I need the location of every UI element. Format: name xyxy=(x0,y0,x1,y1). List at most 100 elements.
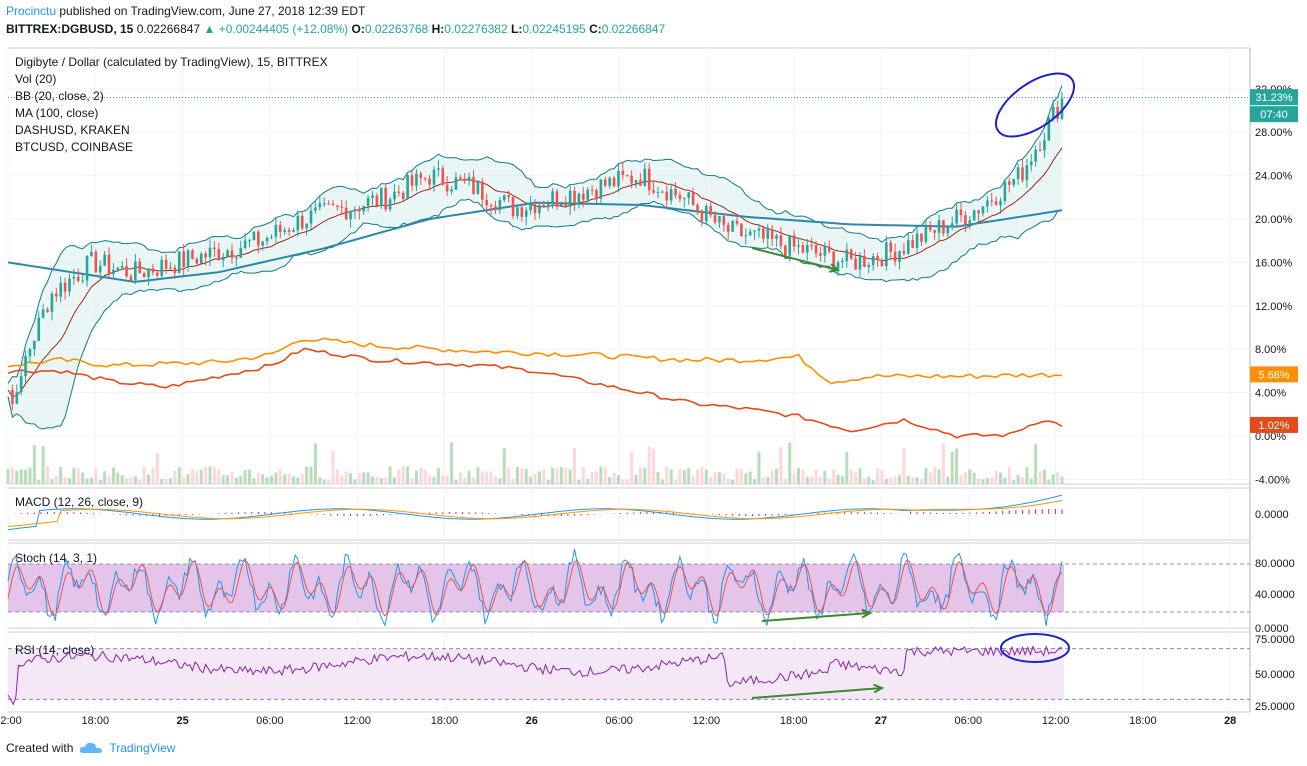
volume-bar xyxy=(59,467,63,484)
created-with-label: Created with xyxy=(6,741,74,755)
volume-bar xyxy=(72,468,76,484)
volume-bar xyxy=(915,477,919,484)
volume-bar xyxy=(322,479,326,484)
candle-body xyxy=(261,241,265,246)
candle-body xyxy=(1012,179,1015,185)
volume-bar xyxy=(616,475,620,484)
volume-bar xyxy=(941,443,945,484)
candle-body xyxy=(41,309,45,318)
candle-body xyxy=(722,216,726,225)
volume-bar xyxy=(335,469,339,484)
volume-bar xyxy=(634,474,638,484)
candle-body xyxy=(612,177,616,187)
volume-bar xyxy=(6,468,10,484)
volume-bar xyxy=(937,469,941,484)
volume-bar xyxy=(212,466,216,484)
x-tick-label: 18:00 xyxy=(82,715,110,727)
candle-body xyxy=(915,233,919,248)
candle-body xyxy=(661,191,664,193)
candle-body xyxy=(63,282,67,292)
candle-body xyxy=(226,250,229,258)
stoch-y-tick: 40.0000 xyxy=(1255,589,1295,601)
volume-bar xyxy=(489,471,493,484)
y-tick-label: 16.00% xyxy=(1255,257,1293,269)
volume-bar xyxy=(1029,478,1033,484)
candle-body xyxy=(318,203,322,208)
volume-bar xyxy=(955,448,959,484)
volume-bar xyxy=(234,477,238,484)
volume-bar xyxy=(612,472,616,484)
candle-body xyxy=(270,236,273,238)
candle-body xyxy=(142,273,146,278)
volume-bar xyxy=(529,476,533,484)
volume-bar xyxy=(581,467,585,484)
volume-bar xyxy=(695,469,699,484)
volume-bar xyxy=(928,472,932,484)
volume-bar xyxy=(638,467,642,484)
candle-body xyxy=(147,268,150,278)
volume-bar xyxy=(151,467,155,484)
volume-bar xyxy=(116,472,120,484)
high-value: 0.02276382 xyxy=(444,22,508,36)
candle-body xyxy=(779,235,783,246)
candle-body xyxy=(419,173,423,179)
volume-bar xyxy=(142,466,146,484)
candle-body xyxy=(810,245,813,247)
candle-body xyxy=(305,223,308,229)
volume-bar xyxy=(248,469,252,484)
candle-body xyxy=(928,225,932,231)
candle-body xyxy=(674,189,677,196)
candle-body xyxy=(459,177,462,179)
volume-bar xyxy=(876,468,880,484)
volume-bar xyxy=(880,470,884,484)
candle-body xyxy=(120,265,124,268)
volume-bar xyxy=(392,477,396,484)
volume-bar xyxy=(327,479,331,484)
candle-body xyxy=(366,197,370,206)
volume-bar xyxy=(63,477,67,484)
tradingview-link[interactable]: TradingView xyxy=(109,741,175,755)
x-tick-label: 18:00 xyxy=(780,715,808,727)
candle-body xyxy=(972,210,976,221)
volume-bar xyxy=(24,469,28,484)
volume-bar xyxy=(454,479,458,484)
candle-body xyxy=(665,191,669,201)
legend-btc: BTCUSD, COINBASE xyxy=(15,140,134,154)
candle-body xyxy=(441,168,445,185)
candle-body xyxy=(81,280,84,282)
candle-body xyxy=(683,197,686,199)
candle-body xyxy=(990,200,994,202)
volume-bar xyxy=(472,477,476,484)
volume-bar xyxy=(555,468,559,484)
candle-body xyxy=(1029,161,1033,166)
volume-bar xyxy=(252,478,256,484)
candle-body xyxy=(849,249,853,259)
candle-body xyxy=(428,178,431,185)
volume-bar xyxy=(906,476,910,484)
candle-body xyxy=(538,205,541,214)
volume-bar xyxy=(924,468,928,484)
candle-body xyxy=(292,230,295,232)
candle-body xyxy=(630,175,633,184)
candle-body xyxy=(735,220,739,224)
candle-body xyxy=(841,260,844,263)
candle-body xyxy=(331,203,335,206)
volume-bar xyxy=(502,448,506,484)
candle-body xyxy=(748,231,752,236)
volume-bar xyxy=(652,449,656,484)
volume-bar xyxy=(704,469,708,484)
volume-bar xyxy=(1051,474,1055,484)
volume-bar xyxy=(274,472,278,484)
volume-bar xyxy=(428,475,432,484)
candle-body xyxy=(186,250,190,267)
candle-body xyxy=(208,247,212,258)
y-tick-label: 28.00% xyxy=(1255,127,1293,139)
author-link[interactable]: Procinctu xyxy=(6,4,56,18)
volume-bar xyxy=(129,477,133,484)
volume-bar xyxy=(305,466,309,484)
candle-body xyxy=(968,220,972,225)
candle-body xyxy=(560,203,563,206)
x-tick-label: 25 xyxy=(176,715,188,727)
volume-bar xyxy=(981,479,985,484)
volume-bar xyxy=(972,472,976,484)
